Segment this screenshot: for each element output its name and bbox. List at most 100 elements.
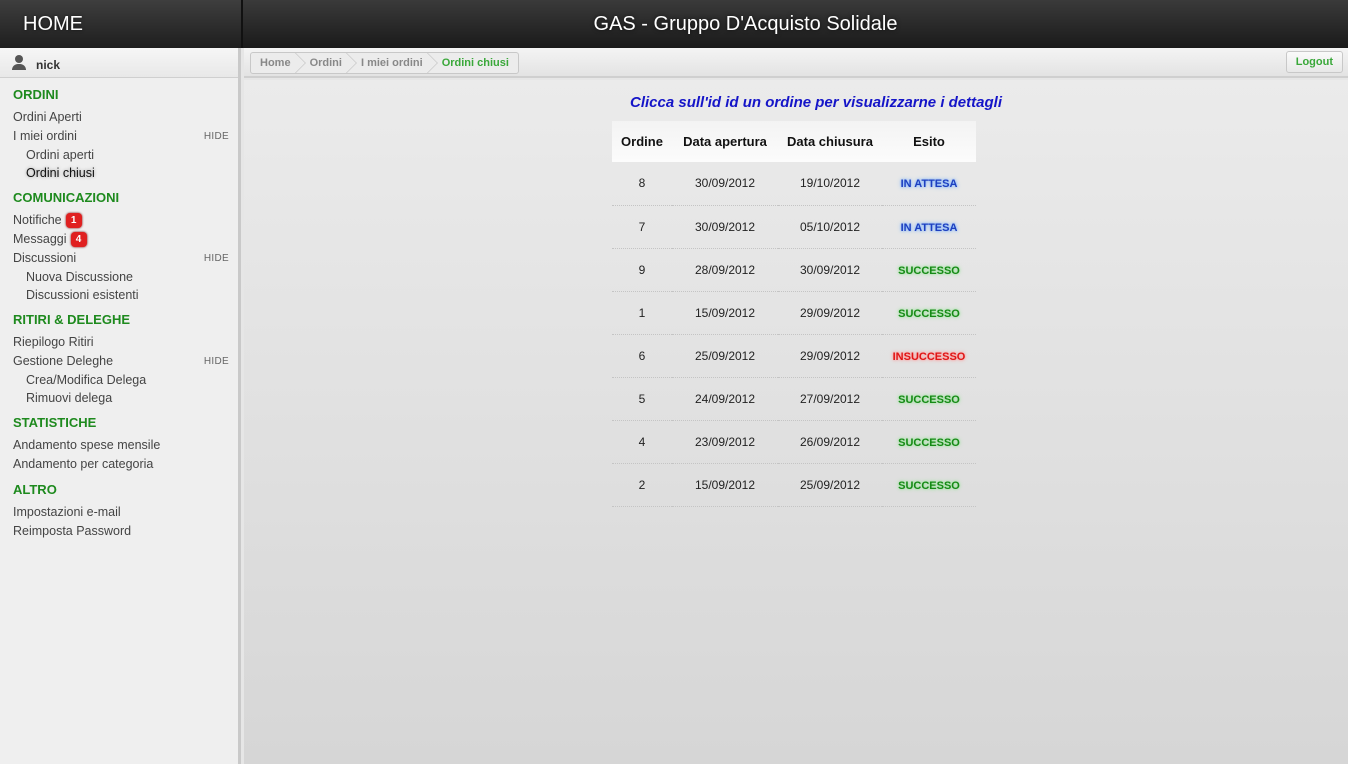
status-cell: SUCCESSO xyxy=(882,291,976,335)
opening-date-cell: 30/09/2012 xyxy=(672,205,778,249)
sidebar-item-nuova-discussione[interactable]: Nuova Discussione xyxy=(0,268,238,286)
table-row: 5 24/09/2012 27/09/2012 SUCCESSO xyxy=(612,377,976,421)
sidebar: nick ORDINI Ordini Aperti I miei ordini H… xyxy=(0,48,241,764)
opening-date-cell: 15/09/2012 xyxy=(672,463,778,507)
sidebar-item-messaggi[interactable]: Messaggi 4 xyxy=(0,230,238,249)
order-id-cell[interactable]: 4 xyxy=(612,420,672,464)
sidebar-item-discussioni[interactable]: Discussioni HIDE xyxy=(0,249,238,268)
sidebar-item-miei-chiusi[interactable]: Ordini chiusi xyxy=(0,164,238,182)
order-id-cell[interactable]: 8 xyxy=(612,162,672,206)
sidebar-item-gestione-deleghe[interactable]: Gestione Deleghe HIDE xyxy=(0,352,238,371)
opening-date-cell: 23/09/2012 xyxy=(672,420,778,464)
order-id-cell[interactable]: 2 xyxy=(612,463,672,507)
sidebar-item-miei-aperti[interactable]: Ordini aperti xyxy=(0,146,238,164)
sidebar-item-label: Discussioni xyxy=(13,251,77,265)
section-title-statistiche: STATISTICHE xyxy=(13,415,97,430)
sidebar-item-label: Andamento spese mensile xyxy=(13,438,161,452)
closing-date-cell: 27/09/2012 xyxy=(778,377,882,421)
status-cell: INSUCCESSO xyxy=(882,334,976,378)
main-content: Clicca sull'id id un ordine per visualiz… xyxy=(244,80,1348,764)
order-id-cell[interactable]: 6 xyxy=(612,334,672,378)
top-bar: HOME GAS - Gruppo D'Acquisto Solidale xyxy=(0,0,1348,48)
closing-date-cell: 29/09/2012 xyxy=(778,334,882,378)
sidebar-item-email-settings[interactable]: Impostazioni e-mail xyxy=(0,503,238,522)
column-header-ordine: Ordine xyxy=(612,121,672,162)
sidebar-item-label: Ordini aperti xyxy=(26,148,95,162)
page-instruction: Clicca sull'id id un ordine per visualiz… xyxy=(630,94,1002,111)
sidebar-item-crea-delega[interactable]: Crea/Modifica Delega xyxy=(0,371,238,389)
sidebar-item-label: Messaggi xyxy=(13,232,67,246)
status-badge: SUCCESSO xyxy=(898,264,960,277)
breadcrumb-home[interactable]: Home xyxy=(251,53,300,73)
order-id-cell[interactable]: 5 xyxy=(612,377,672,421)
breadcrumb-ordini[interactable]: Ordini xyxy=(300,53,351,73)
sidebar-item-label: Ordini chiusi xyxy=(26,166,95,180)
order-id-cell[interactable]: 1 xyxy=(612,291,672,335)
section-title-ordini: ORDINI xyxy=(13,87,59,102)
home-link[interactable]: HOME xyxy=(0,0,241,48)
hide-toggle[interactable]: HIDE xyxy=(204,127,229,146)
status-badge: SUCCESSO xyxy=(898,307,960,320)
sidebar-item-reset-password[interactable]: Reimposta Password xyxy=(0,522,238,541)
hide-toggle[interactable]: HIDE xyxy=(204,352,229,371)
sidebar-item-spese-mensile[interactable]: Andamento spese mensile xyxy=(0,436,238,455)
status-cell: SUCCESSO xyxy=(882,463,976,507)
table-row: 9 28/09/2012 30/09/2012 SUCCESSO xyxy=(612,248,976,292)
notifiche-count-badge: 1 xyxy=(65,213,82,228)
sidebar-item-ordini-aperti[interactable]: Ordini Aperti xyxy=(0,108,238,127)
opening-date-cell: 30/09/2012 xyxy=(672,162,778,206)
status-badge: IN ATTESA xyxy=(900,221,958,234)
status-cell: IN ATTESA xyxy=(882,162,976,206)
sidebar-item-label: Reimposta Password xyxy=(13,524,132,538)
sidebar-item-riepilogo-ritiri[interactable]: Riepilogo Ritiri xyxy=(0,333,238,352)
status-cell: IN ATTESA xyxy=(882,205,976,249)
user-bar: nick xyxy=(0,48,238,78)
sidebar-nav: ORDINI Ordini Aperti I miei ordini HIDE O… xyxy=(0,82,238,541)
column-header-chiusura: Data chiusura xyxy=(778,121,882,162)
app-title: GAS - Gruppo D'Acquisto Solidale xyxy=(243,0,1348,48)
sidebar-item-discussioni-esistenti[interactable]: Discussioni esistenti xyxy=(0,286,238,304)
opening-date-cell: 25/09/2012 xyxy=(672,334,778,378)
table-row: 1 15/09/2012 29/09/2012 SUCCESSO xyxy=(612,291,976,335)
sidebar-item-rimuovi-delega[interactable]: Rimuovi delega xyxy=(0,389,238,407)
status-cell: SUCCESSO xyxy=(882,377,976,421)
section-title-altro: ALTRO xyxy=(13,482,57,497)
sidebar-item-label: Gestione Deleghe xyxy=(13,354,114,368)
breadcrumb-miei-ordini[interactable]: I miei ordini xyxy=(351,53,432,73)
sidebar-item-label: I miei ordini xyxy=(13,129,77,143)
sidebar-item-label: Discussioni esistenti xyxy=(26,288,139,302)
table-row: 7 30/09/2012 05/10/2012 IN ATTESA xyxy=(612,205,976,249)
hide-toggle[interactable]: HIDE xyxy=(204,249,229,268)
sidebar-item-label: Nuova Discussione xyxy=(26,270,133,284)
column-header-esito: Esito xyxy=(882,121,976,162)
username: nick xyxy=(36,57,61,72)
section-title-comunicazioni: COMUNICAZIONI xyxy=(13,190,120,205)
status-badge: INSUCCESSO xyxy=(892,350,966,363)
breadcrumb-current: Ordini chiusi xyxy=(441,57,509,69)
sidebar-item-label: Ordini Aperti xyxy=(13,110,82,124)
closing-date-cell: 19/10/2012 xyxy=(778,162,882,206)
closing-date-cell: 25/09/2012 xyxy=(778,463,882,507)
sidebar-item-label: Crea/Modifica Delega xyxy=(26,373,147,387)
breadcrumb-bar: Home Ordini I miei ordini Ordini chiusi … xyxy=(244,48,1348,78)
closing-date-cell: 29/09/2012 xyxy=(778,291,882,335)
logout-button[interactable]: Logout xyxy=(1285,51,1343,73)
table-row: 8 30/09/2012 19/10/2012 IN ATTESA xyxy=(612,162,976,206)
order-id-cell[interactable]: 9 xyxy=(612,248,672,292)
table-header-row: Ordine Data apertura Data chiusura Esito xyxy=(612,121,976,162)
status-badge: SUCCESSO xyxy=(898,393,960,406)
sidebar-item-per-categoria[interactable]: Andamento per categoria xyxy=(0,455,238,474)
sidebar-item-notifiche[interactable]: Notifiche 1 xyxy=(0,211,238,230)
table-row: 6 25/09/2012 29/09/2012 INSUCCESSO xyxy=(612,334,976,378)
column-header-apertura: Data apertura xyxy=(672,121,778,162)
breadcrumb: Home Ordini I miei ordini Ordini chiusi xyxy=(250,52,519,74)
order-id-cell[interactable]: 7 xyxy=(612,205,672,249)
sidebar-item-miei-ordini[interactable]: I miei ordini HIDE xyxy=(0,127,238,146)
opening-date-cell: 24/09/2012 xyxy=(672,377,778,421)
status-cell: SUCCESSO xyxy=(882,420,976,464)
sidebar-item-label: Impostazioni e-mail xyxy=(13,505,121,519)
user-icon xyxy=(12,54,26,71)
section-title-ritiri: RITIRI & DELEGHE xyxy=(13,312,131,327)
sidebar-item-label: Rimuovi delega xyxy=(26,391,113,405)
sidebar-item-label: Andamento per categoria xyxy=(13,457,154,471)
